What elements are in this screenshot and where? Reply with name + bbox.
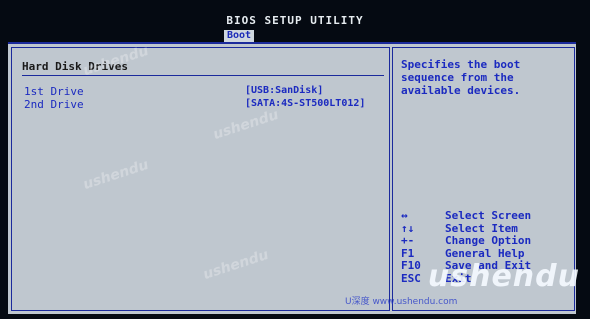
key-desc: Select Screen bbox=[445, 209, 532, 222]
key-plus-minus: +- bbox=[401, 234, 415, 248]
key-row: +- Change Option bbox=[401, 235, 571, 248]
watermark-logo: ushendu bbox=[211, 106, 281, 144]
drive-2-value[interactable]: [SATA:4S-ST500LT012] bbox=[245, 99, 365, 109]
watermark-url: U深度 www.ushendu.com bbox=[345, 297, 458, 307]
key-arrows-lr: ↔ bbox=[401, 209, 408, 222]
key-desc: Change Option bbox=[445, 234, 532, 248]
section-divider bbox=[22, 75, 384, 76]
key-esc: ESC bbox=[401, 271, 421, 285]
drive-2-label[interactable]: 2nd Drive bbox=[24, 99, 84, 110]
key-f10: F10 bbox=[401, 259, 421, 273]
key-arrows-ud: ↑↓ bbox=[401, 221, 415, 235]
drive-1-label[interactable]: 1st Drive bbox=[24, 86, 84, 97]
key-f1: F1 bbox=[401, 246, 415, 260]
drive-1-value[interactable]: [USB:SanDisk] bbox=[245, 86, 323, 96]
key-desc: General Help bbox=[445, 246, 525, 260]
watermark-logo: ushendu bbox=[201, 246, 271, 284]
settings-pane: Hard Disk Drives 1st Drive [USB:SanDisk]… bbox=[11, 43, 390, 311]
help-text: Specifies the boot sequence from the ava… bbox=[401, 58, 521, 97]
key-desc: Select Item bbox=[445, 221, 518, 235]
watermark-logo-large: ushendu bbox=[427, 259, 580, 294]
key-row: ↔ Select Screen bbox=[401, 210, 571, 223]
tab-boot[interactable]: Boot bbox=[224, 30, 254, 42]
watermark-logo: ushendu bbox=[81, 156, 151, 194]
bios-title: BIOS SETUP UTILITY bbox=[226, 14, 364, 27]
